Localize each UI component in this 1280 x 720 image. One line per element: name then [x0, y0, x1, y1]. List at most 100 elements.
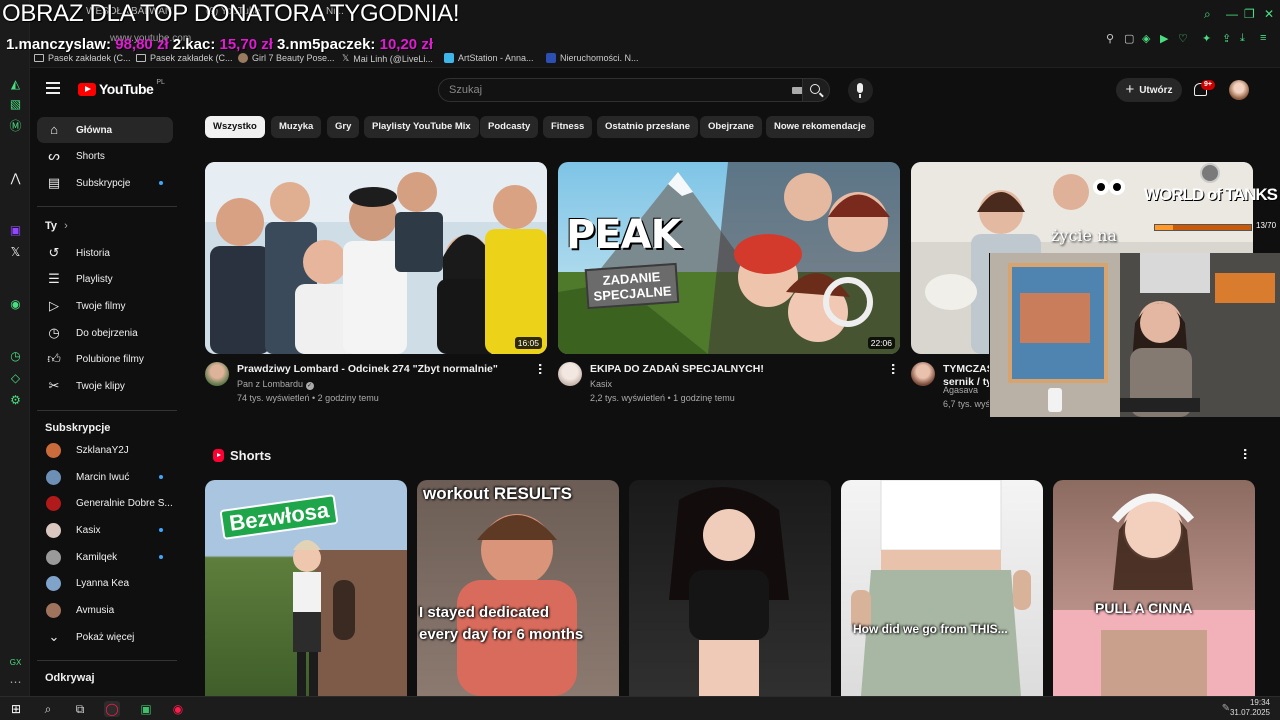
chip-music[interactable]: Muzyka — [271, 116, 322, 138]
twitch-icon[interactable]: ▣ — [9, 224, 22, 237]
chip-games[interactable]: Gry — [327, 116, 360, 138]
system-clock[interactable]: 19:34 31.07.2025 — [1230, 698, 1270, 718]
menu-icon[interactable]: ≡ — [1260, 32, 1266, 44]
bookmark-4[interactable]: 𝕏 Mai Linh (@LiveLi... — [342, 53, 433, 64]
chip-mix[interactable]: Playlisty YouTube Mix — [364, 116, 479, 138]
more-actions-icon[interactable]: ⋯ — [1238, 448, 1252, 459]
chip-fitness[interactable]: Fitness — [543, 116, 593, 138]
sidebar-item-subscriptions[interactable]: ▤ Subskrypcje — [37, 170, 173, 196]
pinboard-icon[interactable]: ◇ — [9, 372, 22, 385]
windows-start-icon[interactable]: ⊞ — [8, 701, 24, 717]
chip-recent[interactable]: Ostatnio przesłane — [597, 116, 698, 138]
sidebar-item-label: Lyanna Kea — [76, 577, 130, 589]
clock-icon[interactable]: ◷ — [9, 350, 22, 363]
bookmark-2[interactable]: Pasek zakładek (C... — [136, 53, 233, 63]
sidebar-item-your-videos[interactable]: ▷ Twoje filmy — [37, 293, 173, 319]
short-caption: workout RESULTS — [423, 484, 572, 503]
youtube-logo[interactable]: YouTube PL — [78, 79, 165, 97]
sidebar-sub-kamilqek[interactable]: Kamilqek — [37, 544, 173, 570]
channel-avatar[interactable] — [205, 362, 229, 386]
channel-name[interactable]: Kasix — [590, 379, 612, 389]
obs-icon[interactable]: ◉ — [170, 701, 186, 717]
video-title[interactable]: TYMCZAS — [943, 363, 994, 375]
more-actions-icon[interactable]: ⋯ — [886, 363, 900, 374]
you-heading[interactable]: Ty › — [45, 220, 68, 232]
sidebar-sub-avmusia[interactable]: Avmusia — [37, 597, 173, 623]
share-icon[interactable]: ⇪ — [1222, 32, 1231, 45]
scroll-up-icon[interactable]: ▲ — [182, 112, 188, 113]
adblock-icon[interactable]: ◈ — [1142, 32, 1150, 45]
download-icon[interactable]: ⤓ — [1240, 32, 1245, 45]
create-button[interactable]: + Utwórz — [1116, 78, 1182, 102]
sidebar-sub-lyanna-kea[interactable]: Lyanna Kea — [37, 570, 173, 596]
restore-icon[interactable]: ❐ — [1244, 7, 1255, 21]
messenger-icon[interactable]: Ⓜ — [9, 120, 22, 133]
ai-icon[interactable]: ◭ — [9, 78, 22, 91]
chip-watched[interactable]: Obejrzane — [700, 116, 762, 138]
channel-name[interactable]: Pan z Lombardu ✓ — [237, 379, 314, 390]
sidebar-item-liked[interactable]: 👍︎ Polubione filmy — [37, 346, 173, 372]
short-card[interactable]: How did we go from THIS... — [841, 480, 1043, 696]
bookmark-1[interactable]: Pasek zakładek (C... — [34, 53, 131, 63]
search-button[interactable] — [802, 78, 830, 102]
sidebar-sub-marcin-iwuc[interactable]: Marcin Iwuć — [37, 464, 173, 490]
play-extension-icon[interactable]: ▶ — [1160, 32, 1168, 45]
channel-avatar — [46, 602, 61, 618]
chip-podcasts[interactable]: Podcasty — [480, 116, 539, 138]
voice-search-icon[interactable] — [848, 78, 873, 103]
sidebar-sub-generalnie-dobre[interactable]: Generalnie Dobre S... — [37, 490, 173, 516]
top-donors-list: 1.manczyslaw: 98,80 zł 2.kac: 15,70 zł 3… — [6, 36, 433, 53]
gx-icon[interactable]: GX — [9, 656, 22, 669]
more-icon[interactable]: ⋯ — [9, 676, 22, 689]
sidebar-item-home[interactable]: ⌂ Główna — [37, 117, 173, 143]
bookmark-3[interactable]: Girl 7 Beauty Pose... — [238, 53, 335, 63]
minimize-icon[interactable]: — — [1226, 7, 1238, 21]
video-card[interactable]: 16:05 Prawdziwy Lombard - Odcinek 274 "Z… — [205, 162, 547, 414]
pin-icon[interactable]: ⚲ — [1106, 32, 1114, 45]
close-icon[interactable]: ✕ — [1264, 7, 1274, 21]
sidebar-item-playlists[interactable]: ☰ Playlisty — [37, 266, 173, 292]
search-tabs-icon[interactable]: ⌕ — [1204, 7, 1211, 22]
snapshot-icon[interactable]: ▢ — [1124, 32, 1134, 45]
video-card[interactable]: PEAK ZADANIE SPECJALNE 22:06 EKIPA DO ZA… — [558, 162, 900, 414]
channel-avatar[interactable] — [558, 362, 582, 386]
video-thumbnail[interactable]: 16:05 — [205, 162, 547, 354]
channel-avatar[interactable] — [911, 362, 935, 386]
show-more-button[interactable]: ⌄ Pokaż więcej — [37, 624, 173, 650]
x-icon[interactable]: 𝕏 — [9, 246, 22, 259]
video-title[interactable]: EKIPA DO ZADAŃ SPECJALNYCH! — [590, 363, 764, 375]
favorite-icon[interactable]: ♡ — [1178, 32, 1188, 45]
sidebar-item-shorts[interactable]: ᔕ Shorts — [37, 143, 173, 169]
chip-new-recommendations[interactable]: Nowe rekomendacje — [766, 116, 874, 138]
task-view-icon[interactable]: ⧉ — [72, 701, 88, 717]
clock-date: 31.07.2025 — [1229, 708, 1270, 717]
extensions-icon[interactable]: ✦ — [1202, 32, 1211, 45]
sidebar-sub-kasix[interactable]: Kasix — [37, 517, 173, 543]
tidal-icon[interactable]: ⋀ — [9, 172, 22, 185]
short-card[interactable]: PULL A CINNA — [1053, 480, 1255, 696]
short-card[interactable] — [629, 480, 831, 696]
sidebar-sub-szklanay2j[interactable]: SzklanaY2J — [37, 437, 173, 463]
sidebar-item-watch-later[interactable]: ◷ Do obejrzenia — [37, 320, 173, 346]
sidebar-item-history[interactable]: ↺ Historia — [37, 240, 173, 266]
short-card[interactable]: Bezwłosa — [205, 480, 407, 696]
short-card[interactable]: workout RESULTS I stayed dedicated every… — [417, 480, 619, 696]
bookmark-6[interactable]: Nieruchomości. N... — [546, 53, 639, 63]
player-icon[interactable]: ◉ — [9, 298, 22, 311]
chip-all[interactable]: Wszystko — [205, 116, 265, 138]
app-icon[interactable]: ▣ — [138, 701, 154, 717]
channel-name[interactable]: Agasava — [943, 385, 978, 395]
opera-gx-icon[interactable]: ◯ — [104, 701, 120, 717]
sidebar-item-label: Generalnie Dobre S... — [76, 497, 173, 509]
search-icon[interactable]: ⌕ — [40, 701, 56, 717]
search-input[interactable]: Szukaj — [438, 78, 813, 102]
video-thumbnail[interactable]: PEAK ZADANIE SPECJALNE 22:06 — [558, 162, 900, 354]
menu-icon[interactable] — [46, 82, 60, 94]
bookmark-5[interactable]: ArtStation - Anna... — [444, 53, 534, 63]
video-title[interactable]: Prawdziwy Lombard - Odcinek 274 "Zbyt no… — [237, 363, 498, 375]
settings-icon[interactable]: ⚙ — [9, 394, 22, 407]
avatar[interactable] — [1229, 80, 1249, 100]
sidebar-item-clips[interactable]: ✂ Twoje klipy — [37, 373, 173, 399]
more-actions-icon[interactable]: ⋯ — [533, 363, 547, 374]
wallet-icon[interactable]: ▧ — [9, 98, 22, 111]
